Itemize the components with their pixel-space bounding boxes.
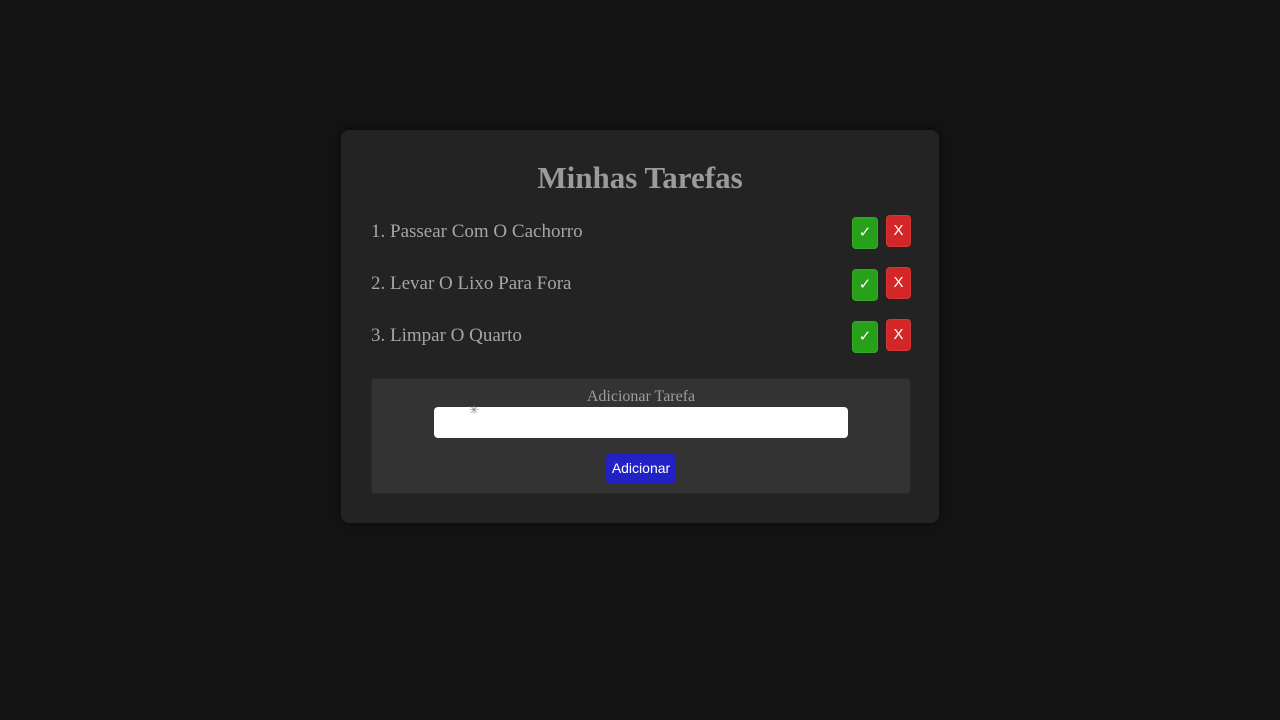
- mouse-cursor-icon: ✳: [468, 403, 480, 417]
- add-task-label: Adicionar Tarefa: [586, 388, 696, 405]
- delete-task-button[interactable]: X: [886, 267, 911, 299]
- task-label: 3. Limpar O Quarto: [371, 325, 522, 346]
- task-label: 1. Passear Com O Cachorro: [371, 221, 583, 242]
- complete-task-button[interactable]: ✓: [852, 269, 878, 301]
- card-content: 1. Passear Com O Cachorro ✓ X 2. Levar O…: [341, 130, 939, 523]
- complete-task-button[interactable]: ✓: [852, 217, 878, 249]
- list-item: 3. Limpar O Quarto ✓ X: [371, 319, 911, 353]
- delete-task-button[interactable]: X: [886, 319, 911, 351]
- complete-task-button[interactable]: ✓: [852, 321, 878, 353]
- delete-task-button[interactable]: X: [886, 215, 911, 247]
- list-item: 1. Passear Com O Cachorro ✓ X: [371, 215, 911, 249]
- list-item: 2. Levar O Lixo Para Fora ✓ X: [371, 267, 911, 301]
- add-task-button[interactable]: Adicionar: [606, 454, 676, 483]
- task-label: 2. Levar O Lixo Para Fora: [371, 273, 572, 294]
- new-task-input[interactable]: [434, 407, 848, 438]
- add-task-form: Adicionar Tarefa Adicionar: [371, 378, 911, 494]
